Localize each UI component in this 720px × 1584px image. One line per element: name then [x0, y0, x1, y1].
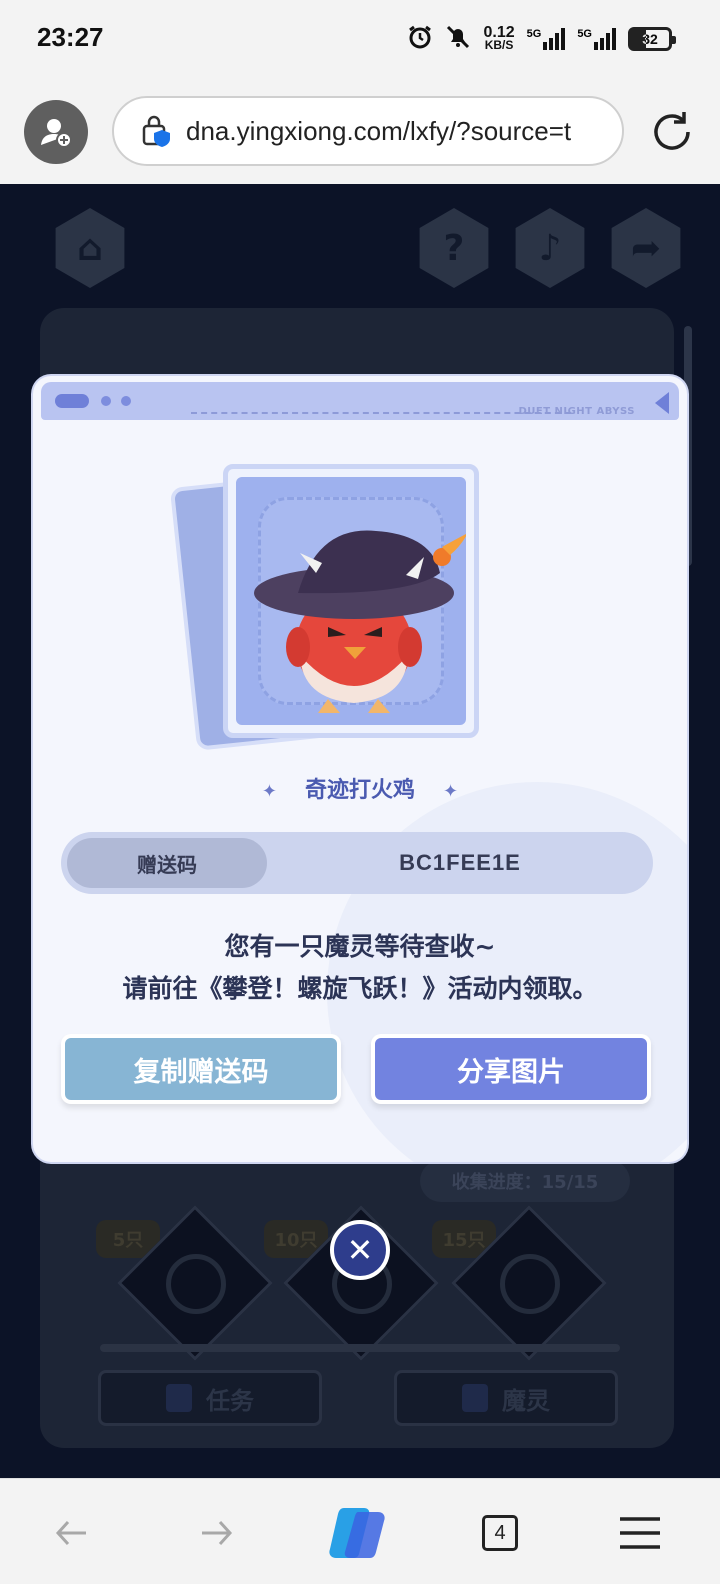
fire-chick-illustration	[254, 530, 466, 713]
profile-button[interactable]	[24, 100, 88, 164]
spirits-icon	[462, 1384, 488, 1412]
claim-message: 您有一只魔灵等待查收~ 请前往《攀登！螺旋飞跃！》活动内领取。	[122, 932, 598, 1003]
signal-icon-2: 5G	[577, 28, 616, 50]
tab-count: 4	[482, 1515, 518, 1551]
dialog-header: DUET NIGHT ABYSS	[41, 382, 679, 420]
net-speed: 0.12 KB/S	[483, 24, 515, 52]
sparkle-icon: ✦	[443, 781, 459, 802]
secure-lock-icon	[142, 115, 170, 147]
tab-spirits[interactable]: 魔灵	[394, 1370, 618, 1426]
share-image-button[interactable]: 分享图片	[375, 1038, 647, 1100]
check-icon	[166, 1254, 226, 1314]
music-icon[interactable]: ♪	[515, 208, 585, 288]
help-icon[interactable]: ?	[419, 208, 489, 288]
status-time: 23:27	[37, 22, 104, 52]
pet-card	[169, 454, 493, 751]
tab-tasks[interactable]: 任务	[98, 1370, 322, 1426]
copilot-icon	[329, 1508, 385, 1558]
battery-icon: 32	[628, 27, 676, 51]
address-bar[interactable]: dna.yingxiong.com/lxfy/?source=t	[112, 96, 624, 166]
close-dialog-button[interactable]: ✕	[330, 1220, 390, 1280]
gift-code-dialog: DUET NIGHT ABYSS ✦ 奇迹打火鸡 ✦ 赠送码 BC1FEE1E …	[33, 376, 687, 1162]
close-icon: ✕	[346, 1231, 374, 1269]
copilot-button[interactable]	[326, 1501, 390, 1565]
forward-arrow-icon	[202, 1520, 233, 1546]
status-icons: 0.12 KB/S 5G 5G 32	[407, 24, 676, 54]
collection-progress: 收集进度：15/15	[420, 1160, 630, 1202]
copy-code-button[interactable]: 复制赠送码	[65, 1038, 337, 1100]
progress-track	[100, 1344, 620, 1352]
pet-name-row: ✦ 奇迹打火鸡 ✦	[33, 772, 687, 804]
tabs-button[interactable]: 4	[468, 1501, 532, 1565]
browser-nav-bar: 4	[0, 1478, 720, 1584]
mute-bell-icon	[445, 24, 471, 54]
triangle-icon	[655, 392, 669, 414]
reload-button[interactable]	[648, 108, 696, 156]
url-text: dna.yingxiong.com/lxfy/?source=t	[186, 115, 572, 146]
browser-toolbar: dna.yingxiong.com/lxfy/?source=t	[0, 80, 720, 184]
menu-button[interactable]	[608, 1501, 672, 1565]
home-icon[interactable]: ⌂	[55, 208, 125, 288]
signal-icon-1: 5G	[527, 28, 566, 50]
status-bar: 23:27 0.12 KB/S 5G 5G 32	[0, 0, 720, 80]
reload-icon	[654, 112, 690, 150]
pet-name: 奇迹打火鸡	[304, 778, 415, 803]
tasks-icon	[166, 1384, 192, 1412]
back-button[interactable]	[40, 1501, 104, 1565]
hamburger-menu-icon	[620, 1517, 660, 1549]
gift-code-value[interactable]: BC1FEE1E	[267, 832, 653, 894]
alarm-icon	[407, 24, 433, 54]
gift-code-label: 赠送码	[67, 838, 267, 888]
sparkle-icon: ✦	[261, 781, 277, 802]
brand-text: DUET NIGHT ABYSS	[518, 406, 635, 417]
check-icon	[500, 1254, 560, 1314]
gift-code-field: 赠送码 BC1FEE1E	[61, 832, 653, 894]
back-arrow-icon	[55, 1520, 86, 1546]
forward-button[interactable]	[184, 1501, 248, 1565]
add-profile-icon	[41, 119, 72, 148]
share-icon[interactable]: ➦	[611, 208, 681, 288]
